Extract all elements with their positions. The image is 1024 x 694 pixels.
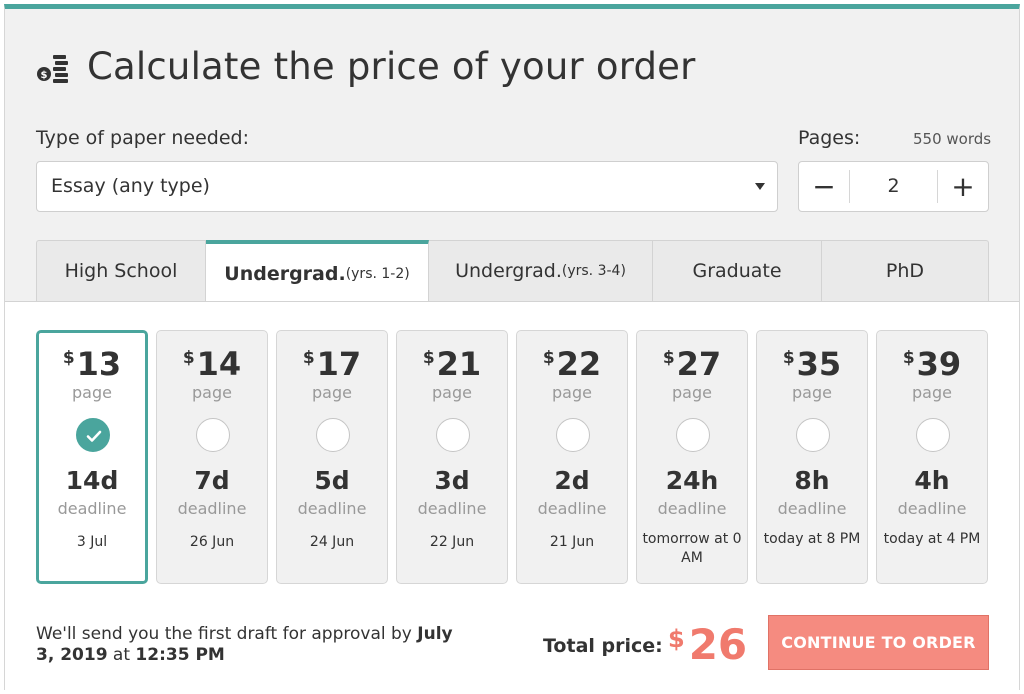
deadline-option[interactable]: $27 page 24h deadline tomorrow at 0 AM [636, 330, 748, 584]
option-duration: 4h [914, 466, 950, 495]
minus-icon: − [812, 170, 836, 203]
paper-type-value: Essay (any type) [51, 175, 210, 197]
option-date: today at 4 PM [883, 531, 981, 547]
option-duration: 24h [665, 466, 719, 495]
paper-type-select[interactable]: Essay (any type) [36, 161, 778, 212]
deadline-option[interactable]: $13 page 14d deadline 3 Jul [36, 330, 148, 584]
radio-unchecked[interactable] [436, 418, 470, 452]
tab-undergrad-1-2[interactable]: Undergrad. (yrs. 1-2) [206, 240, 429, 303]
option-deadline-label: deadline [537, 499, 607, 518]
pages-input[interactable]: 2 [849, 170, 938, 203]
option-price: $22 [542, 345, 602, 383]
decrement-button[interactable]: − [799, 162, 849, 211]
pages-label: Pages: [798, 127, 861, 149]
option-unit: page [72, 383, 112, 402]
option-price: $17 [302, 345, 362, 383]
header: $ Calculate the price of your order [35, 45, 696, 88]
deadline-options: $13 page 14d deadline 3 Jul $14 page 7d … [36, 330, 988, 584]
price-calculator-card: $ Calculate the price of your order Type… [4, 4, 1020, 690]
option-unit: page [792, 383, 832, 402]
deadline-option[interactable]: $22 page 2d deadline 21 Jun [516, 330, 628, 584]
draft-time: 12:35 PM [135, 645, 225, 665]
option-unit: page [552, 383, 592, 402]
option-date: today at 8 PM [763, 531, 861, 547]
total-price-label: Total price: [543, 635, 663, 657]
radio-unchecked[interactable] [676, 418, 710, 452]
option-deadline-label: deadline [297, 499, 367, 518]
option-duration: 2d [554, 466, 590, 495]
increment-button[interactable]: + [938, 162, 988, 211]
radio-unchecked[interactable] [916, 418, 950, 452]
option-deadline-label: deadline [777, 499, 847, 518]
word-count: 550 words [913, 130, 992, 148]
tab-graduate[interactable]: Graduate [653, 240, 822, 301]
option-date: tomorrow at 0 AM [642, 531, 742, 566]
option-duration: 7d [194, 466, 230, 495]
option-date: 26 Jun [189, 534, 235, 550]
tab-sublabel: (yrs. 1-2) [345, 265, 410, 282]
option-price: $39 [902, 345, 962, 383]
option-deadline-label: deadline [57, 499, 127, 518]
deadline-option[interactable]: $14 page 7d deadline 26 Jun [156, 330, 268, 584]
option-duration: 3d [434, 466, 470, 495]
option-deadline-label: deadline [177, 499, 247, 518]
option-price: $35 [782, 345, 842, 383]
option-price: $14 [182, 345, 242, 383]
check-icon [86, 430, 102, 442]
tab-label: Undergrad. [455, 260, 562, 282]
option-unit: page [312, 383, 352, 402]
draft-at: at [107, 645, 136, 665]
deadline-option[interactable]: $39 page 4h deadline today at 4 PM [876, 330, 988, 584]
radio-unchecked[interactable] [316, 418, 350, 452]
svg-text:$: $ [41, 70, 48, 81]
deadline-panel: $13 page 14d deadline 3 Jul $14 page 7d … [5, 301, 1019, 690]
total-price: $26 [668, 620, 748, 669]
tab-phd[interactable]: PhD [822, 240, 989, 301]
tab-undergrad-3-4[interactable]: Undergrad. (yrs. 3-4) [429, 240, 653, 301]
tab-sublabel: (yrs. 3-4) [561, 263, 626, 279]
deadline-option[interactable]: $35 page 8h deadline today at 8 PM [756, 330, 868, 584]
radio-unchecked[interactable] [196, 418, 230, 452]
option-duration: 8h [794, 466, 830, 495]
plus-icon: + [951, 170, 975, 203]
option-unit: page [192, 383, 232, 402]
page-title: Calculate the price of your order [87, 45, 696, 88]
tab-high-school[interactable]: High School [36, 240, 206, 301]
option-unit: page [672, 383, 712, 402]
continue-to-order-button[interactable]: CONTINUE TO ORDER [768, 615, 989, 670]
tab-label: Graduate [692, 260, 782, 282]
academic-level-tabs: High School Undergrad. (yrs. 1-2) Undergr… [36, 240, 989, 303]
coins-icon: $ [37, 54, 68, 83]
option-unit: page [432, 383, 472, 402]
option-deadline-label: deadline [657, 499, 727, 518]
option-duration: 5d [314, 466, 350, 495]
radio-unchecked[interactable] [796, 418, 830, 452]
pages-stepper: − 2 + [798, 161, 989, 212]
option-price: $27 [662, 345, 722, 383]
option-price: $13 [62, 345, 122, 383]
option-deadline-label: deadline [897, 499, 967, 518]
radio-checked[interactable] [76, 418, 110, 452]
option-price: $21 [422, 345, 482, 383]
option-date: 24 Jun [309, 534, 355, 550]
option-unit: page [912, 383, 952, 402]
radio-unchecked[interactable] [556, 418, 590, 452]
deadline-option[interactable]: $17 page 5d deadline 24 Jun [276, 330, 388, 584]
tab-label: High School [64, 260, 178, 282]
deadline-option[interactable]: $21 page 3d deadline 22 Jun [396, 330, 508, 584]
paper-type-label: Type of paper needed: [36, 127, 249, 149]
option-date: 21 Jun [549, 534, 595, 550]
tab-label: Undergrad. [224, 262, 346, 285]
caret-down-icon [755, 183, 765, 190]
option-deadline-label: deadline [417, 499, 487, 518]
tab-label: PhD [885, 260, 925, 282]
draft-text: We'll send you the first draft for appro… [36, 624, 418, 644]
option-date: 22 Jun [429, 534, 475, 550]
option-date: 3 Jul [76, 534, 108, 550]
draft-notice: We'll send you the first draft for appro… [36, 624, 476, 666]
option-duration: 14d [65, 466, 119, 495]
